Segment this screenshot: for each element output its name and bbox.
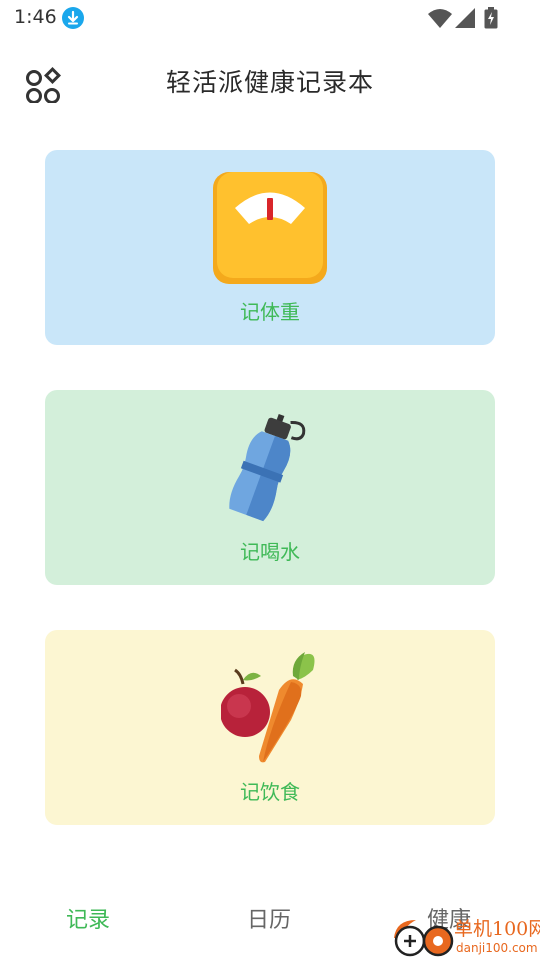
apple-carrot-icon — [221, 652, 315, 763]
record-food-label: 记饮食 — [240, 780, 300, 804]
status-time: 1:46 — [14, 6, 57, 28]
app-header: 轻活派健康记录本 — [0, 50, 540, 110]
water-bottle-icon — [229, 413, 306, 522]
page-title: 轻活派健康记录本 — [165, 68, 374, 97]
tab-records[interactable]: 记录 — [66, 902, 110, 934]
record-food-card[interactable]: 记饮食 — [45, 630, 495, 825]
download-icon — [62, 7, 84, 29]
watermark-url: danji100.com — [456, 941, 538, 955]
bathroom-scale-icon — [213, 172, 327, 284]
battery-charging-icon — [484, 7, 498, 29]
record-water-card[interactable]: 记喝水 — [45, 390, 495, 585]
status-bar: 1:46 — [0, 0, 540, 36]
watermark-logo-icon — [394, 920, 454, 957]
watermark-name: 单机100网 — [454, 918, 540, 940]
signal-icon — [455, 8, 475, 28]
wifi-icon — [428, 9, 452, 28]
record-water-label: 记喝水 — [240, 540, 300, 564]
tab-calendar[interactable]: 日历 — [247, 902, 291, 934]
record-weight-label: 记体重 — [240, 300, 300, 324]
record-weight-card[interactable]: 记体重 — [45, 150, 495, 345]
watermark: 单机100网 danji100.com — [390, 912, 540, 960]
